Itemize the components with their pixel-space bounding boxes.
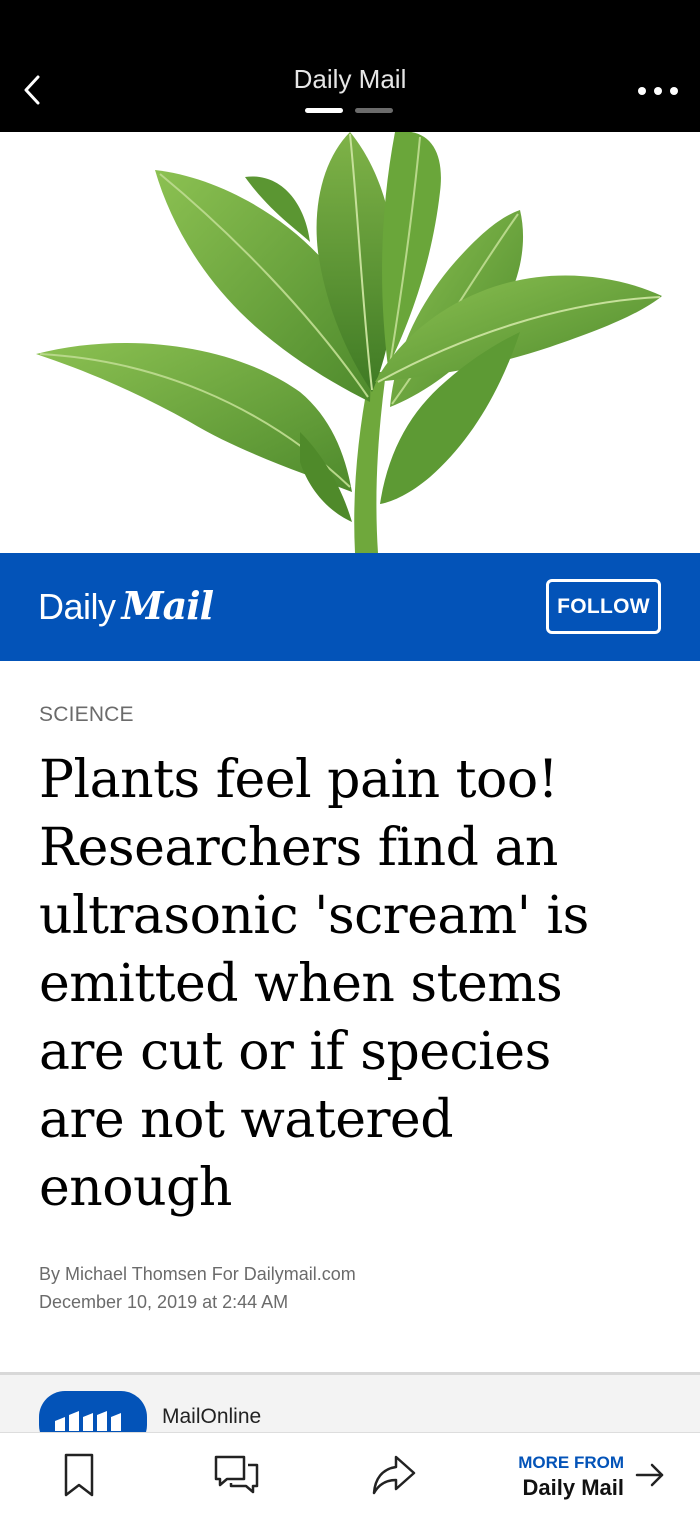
more-from-label: MORE FROM xyxy=(518,1453,624,1472)
logo-daily-text: Daily xyxy=(38,586,116,627)
headline-line: emitted when stems xyxy=(39,954,563,1014)
bottom-toolbar: MORE FROM Daily Mail xyxy=(0,1432,700,1517)
comments-button[interactable] xyxy=(208,1449,264,1501)
mailonline-logo xyxy=(39,1391,147,1432)
page-title: Daily Mail xyxy=(293,64,407,94)
page-indicator xyxy=(305,108,393,113)
headline-line: enough xyxy=(39,1158,232,1218)
article-byline: By Michael Thomsen For Dailymail.com xyxy=(39,1264,356,1284)
follow-button[interactable]: FOLLOW xyxy=(546,579,661,634)
article-headline: Plants feel pain too! Researchers find a… xyxy=(39,746,669,1222)
daily-mail-logo[interactable]: Daily Mail xyxy=(38,583,215,629)
headline-line: ultrasonic 'scream' is xyxy=(39,886,589,946)
logo-mail-text: Mail xyxy=(121,583,215,628)
comment-icon xyxy=(214,1455,259,1494)
headline-line: are cut or if species xyxy=(39,1022,551,1082)
arrow-right-icon xyxy=(635,1463,664,1487)
page-indicator-dot xyxy=(355,108,393,113)
article-category[interactable]: SCIENCE xyxy=(39,703,134,727)
plant-illustration xyxy=(36,132,662,553)
more-dot xyxy=(670,87,678,95)
bookmark-button[interactable] xyxy=(51,1449,107,1501)
source-card[interactable]: MailOnline xyxy=(0,1375,700,1432)
hero-image xyxy=(0,132,700,553)
headline-line: are not watered xyxy=(39,1090,453,1150)
more-from-publisher-button[interactable]: MORE FROM Daily Mail xyxy=(500,1451,680,1501)
more-options-button[interactable] xyxy=(638,78,678,104)
more-dot xyxy=(638,87,646,95)
more-from-publisher: Daily Mail xyxy=(522,1475,624,1500)
share-icon xyxy=(372,1455,416,1495)
source-name: MailOnline xyxy=(162,1405,262,1428)
share-button[interactable] xyxy=(366,1449,422,1501)
top-bar: Daily Mail xyxy=(0,0,700,132)
bookmark-icon xyxy=(64,1453,94,1497)
article-date: December 10, 2019 at 2:44 AM xyxy=(39,1292,289,1312)
headline-line: Researchers find an xyxy=(39,818,558,878)
headline-line: Plants feel pain too! xyxy=(39,750,559,810)
page-indicator-dot-active xyxy=(305,108,343,113)
more-dot xyxy=(654,87,662,95)
